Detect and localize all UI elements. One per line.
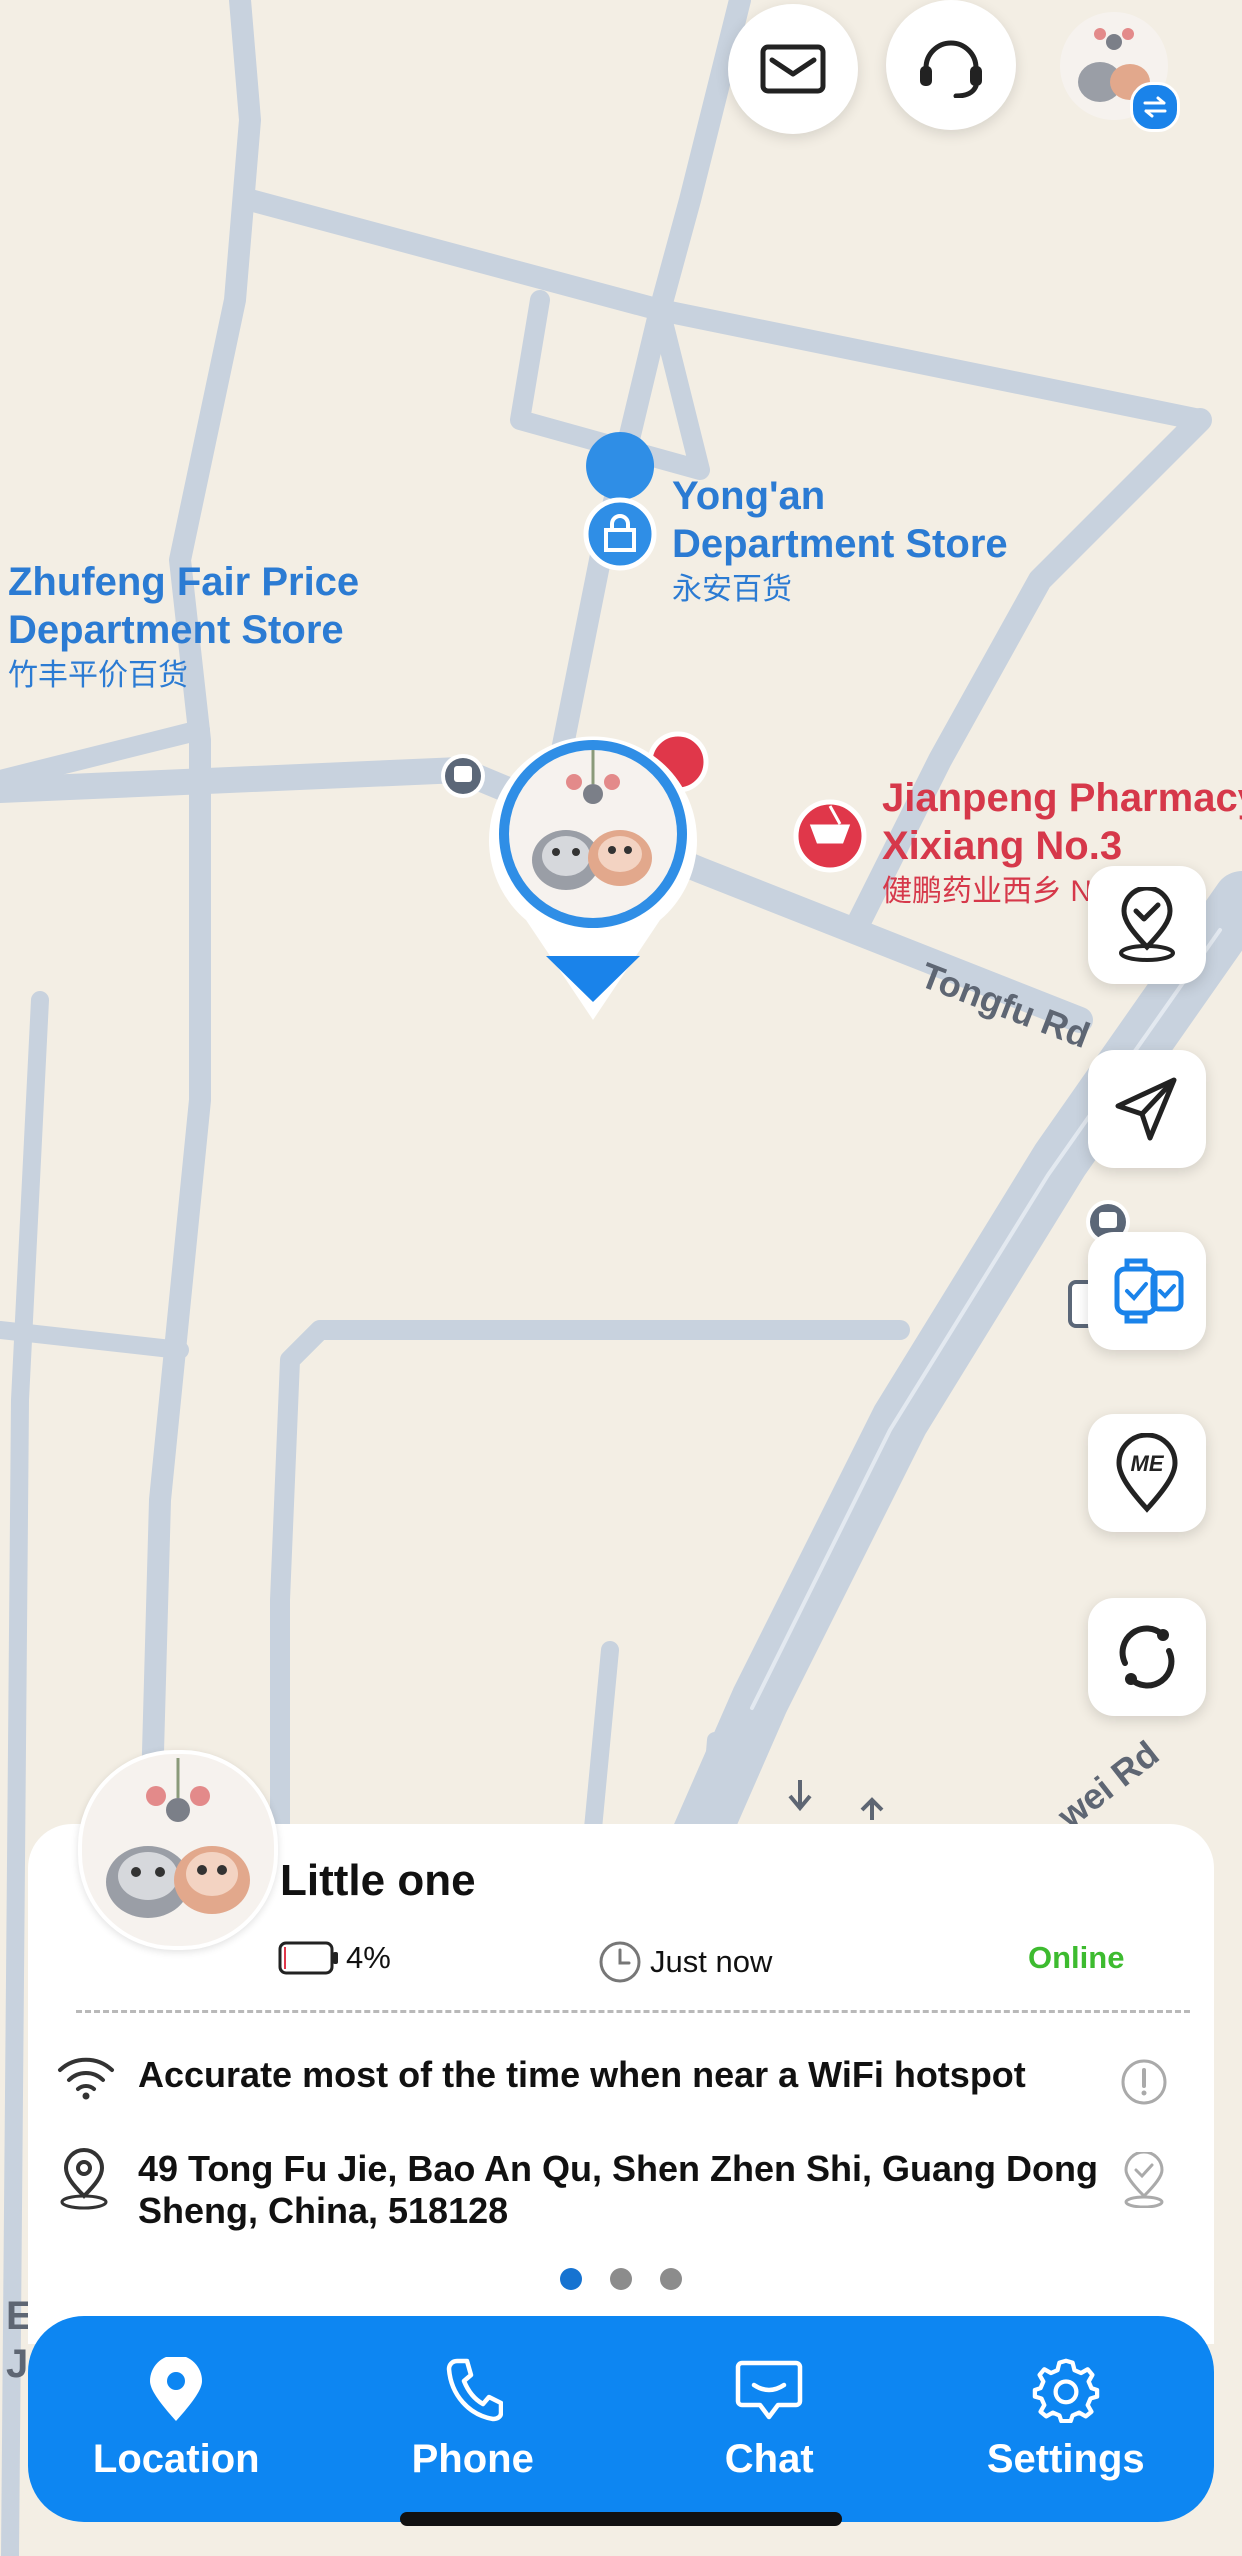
location-pin-icon: [150, 2356, 203, 2421]
poi-name: Jianpeng Pharmacy: [882, 776, 1242, 820]
avatar: [106, 1758, 250, 1918]
wifi-icon: [58, 2057, 114, 2100]
svg-text:ME: ME: [1131, 1451, 1165, 1476]
swap-arrows-icon[interactable]: [1130, 82, 1180, 132]
battery-percent: 4%: [346, 1940, 391, 1975]
poi-subtitle: 竹丰平价百货: [8, 659, 188, 692]
device-name: Little one: [280, 1856, 476, 1905]
poi-name: Xixiang No.3: [882, 824, 1123, 868]
navigate-button[interactable]: [1088, 1050, 1206, 1168]
phone-icon: [446, 2358, 503, 2421]
device-location-pin[interactable]: [486, 730, 700, 1030]
online-status: Online: [1028, 1940, 1125, 1975]
info-alert-icon[interactable]: [1120, 2058, 1168, 2106]
device-avatar[interactable]: [78, 1750, 278, 1950]
tab-label: Settings: [986, 2436, 1145, 2481]
tab-label: Chat: [724, 2436, 814, 2481]
bus-stop-icon: [441, 754, 485, 798]
address-row: 49 Tong Fu Jie, Bao An Qu, Shen Zhen Shi…: [56, 2148, 1196, 2232]
clock-icon: [599, 1941, 641, 1983]
my-location-button[interactable]: ME: [1088, 1414, 1206, 1532]
envelope-icon: [760, 44, 826, 94]
smartwatch-icon: [1114, 1258, 1184, 1324]
check-in-button[interactable]: [1088, 866, 1206, 984]
tab-phone[interactable]: Phone: [343, 2357, 603, 2482]
tab-chat[interactable]: Chat: [639, 2357, 899, 2482]
poi-name: Zhufeng Fair Price: [8, 560, 360, 604]
me-pin-icon: ME: [1116, 1433, 1178, 1513]
poi-label-zhufeng[interactable]: Zhufeng Fair Price Department Store 竹丰平价…: [8, 558, 359, 694]
last-update-text: Just now: [650, 1944, 773, 1979]
last-update-status: Just now: [598, 1940, 772, 1984]
tab-settings[interactable]: Settings: [936, 2357, 1196, 2482]
battery-icon: [278, 1941, 338, 1975]
page-dot[interactable]: [610, 2268, 632, 2290]
accuracy-row: Accurate most of the time when near a Wi…: [56, 2054, 1196, 2106]
location-pin-outline-icon: [60, 2148, 108, 2210]
page-dot[interactable]: [560, 2268, 582, 2290]
home-indicator: [400, 2512, 842, 2526]
poi-name: Department Store: [8, 608, 344, 652]
pharmacy-mortar-icon: [793, 799, 867, 873]
address-text: 49 Tong Fu Jie, Bao An Qu, Shen Zhen Shi…: [138, 2148, 1099, 2232]
poi-subtitle: 永安百货: [672, 573, 792, 606]
accuracy-text: Accurate most of the time when near a Wi…: [138, 2054, 1026, 2095]
refresh-icon: [1119, 1625, 1175, 1689]
messages-button[interactable]: [728, 4, 858, 134]
refresh-button[interactable]: [1088, 1598, 1206, 1716]
customer-service-button[interactable]: [886, 0, 1016, 130]
location-check-icon[interactable]: [1120, 2152, 1168, 2208]
poi-name: Yong'an: [672, 474, 826, 518]
watch-status-button[interactable]: [1088, 1232, 1206, 1350]
poi-name: Department Store: [672, 522, 1008, 566]
location-check-icon: [1119, 887, 1175, 962]
bottom-tab-bar: Location Phone Chat Settings: [28, 2316, 1214, 2522]
tab-location[interactable]: Location: [46, 2356, 306, 2482]
chat-bubble-icon: [736, 2360, 803, 2419]
gear-icon: [1032, 2358, 1099, 2423]
map-edge-letter: J: [6, 2342, 29, 2386]
poi-label-yongan[interactable]: Yong'an Department Store 永安百货: [672, 472, 1008, 608]
divider: [76, 2010, 1190, 2013]
tab-label: Phone: [411, 2436, 534, 2481]
battery-status: 4%: [278, 1940, 391, 1976]
headset-icon: [920, 40, 982, 98]
page-dot[interactable]: [660, 2268, 682, 2290]
paper-plane-icon: [1115, 1077, 1177, 1141]
page-indicator: [560, 2268, 682, 2290]
tab-label: Location: [92, 2436, 260, 2481]
